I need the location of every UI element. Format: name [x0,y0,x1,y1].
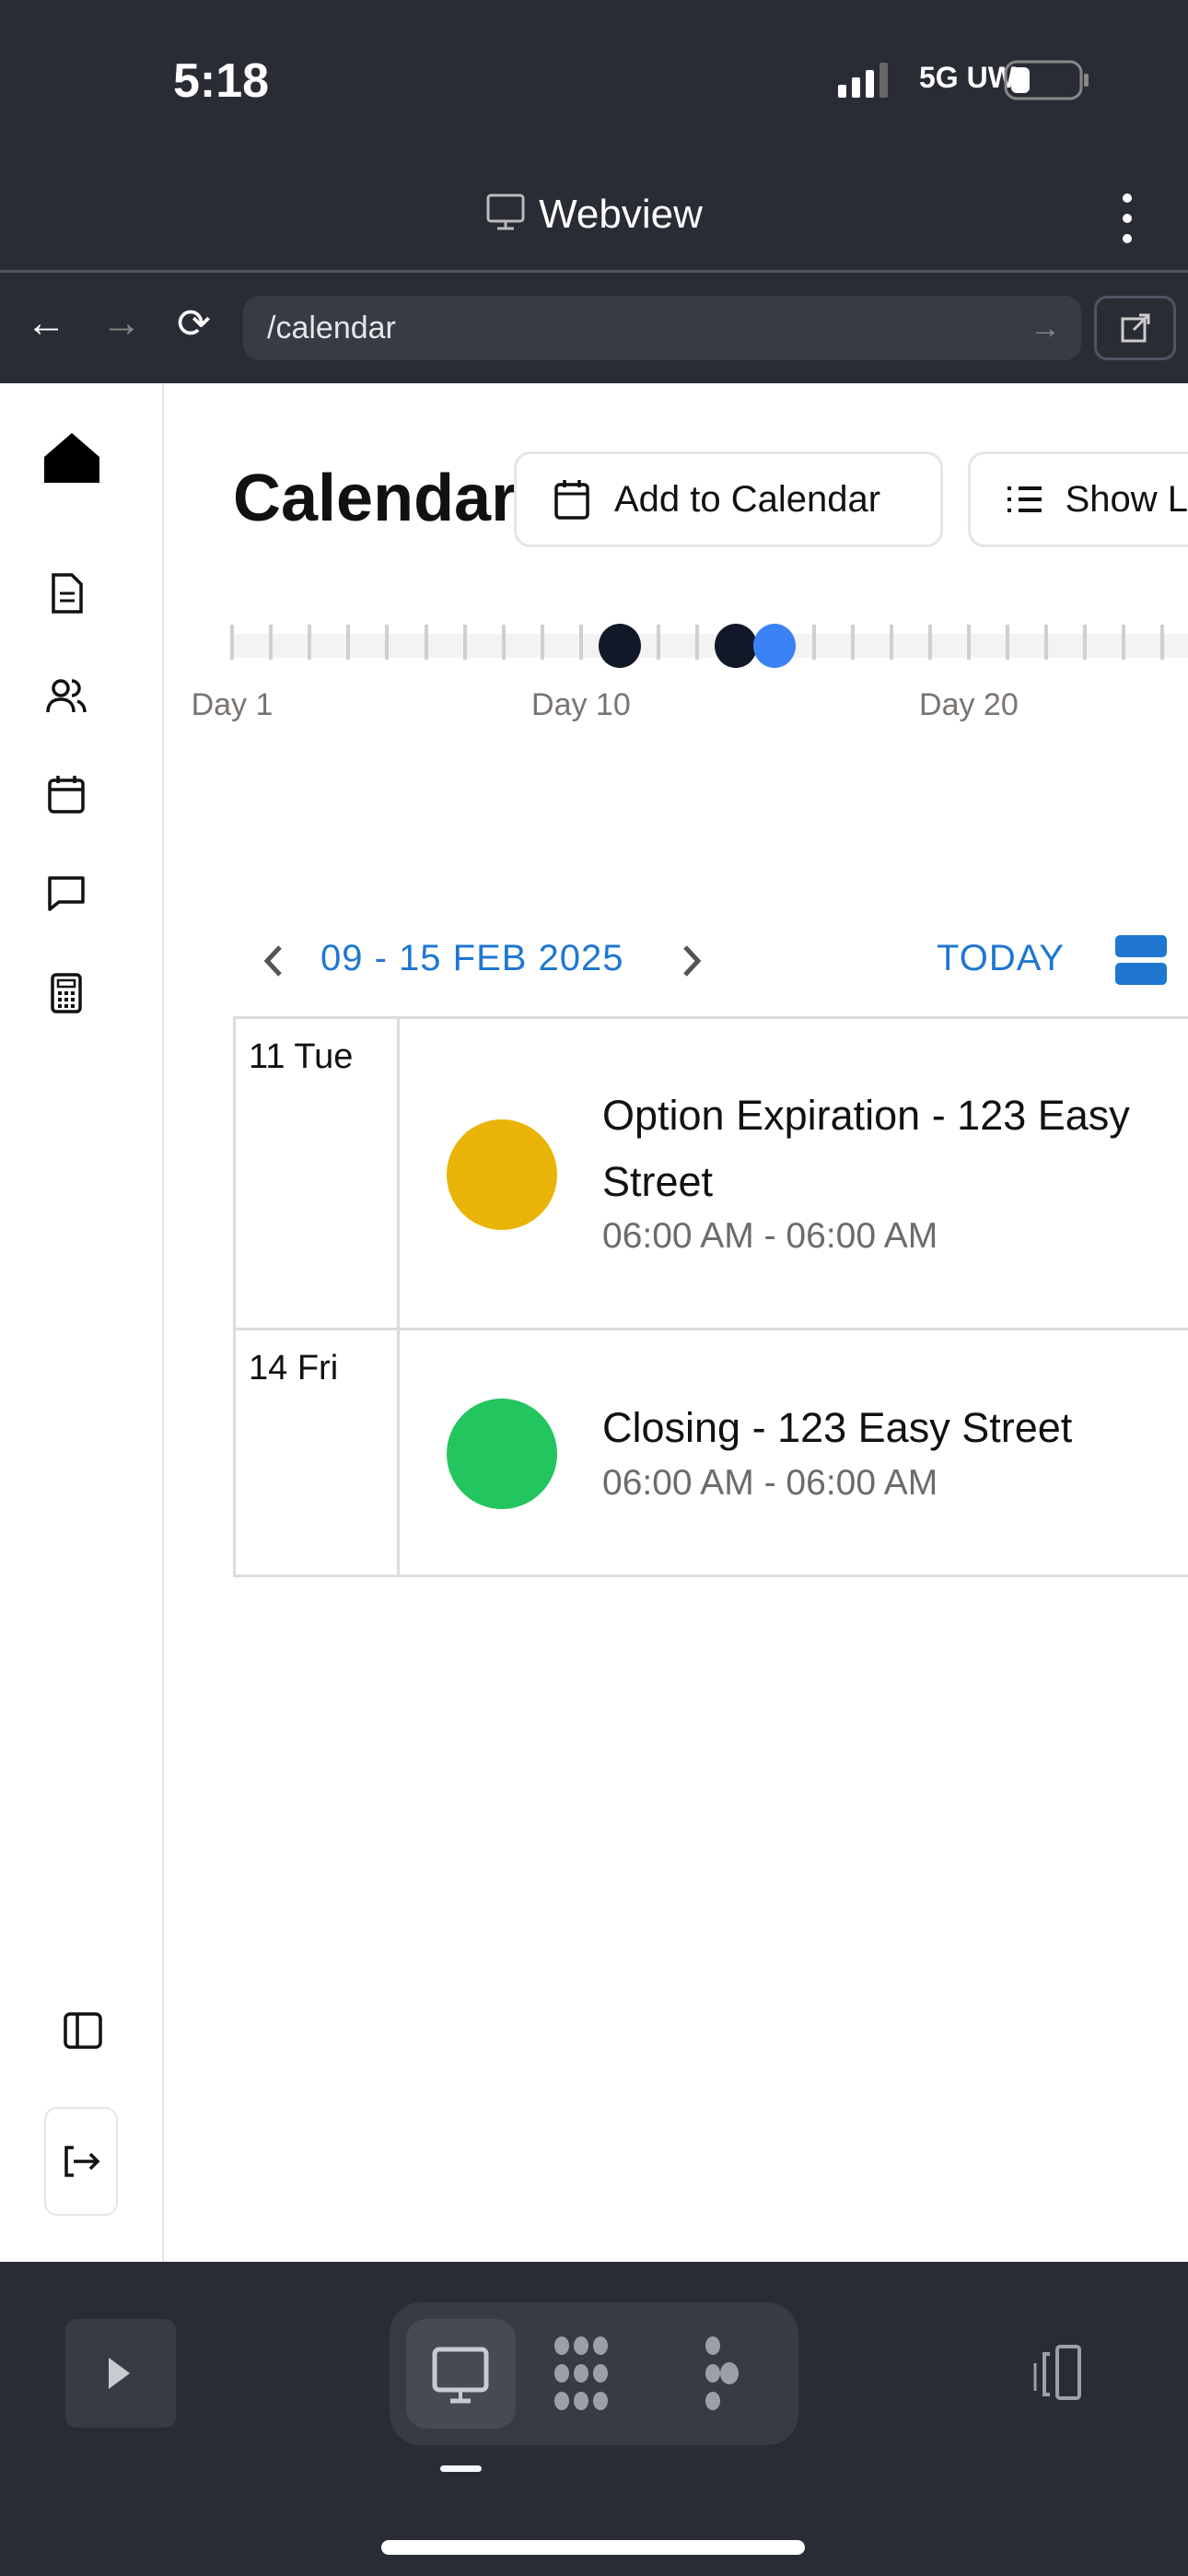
active-indicator [440,2465,482,2472]
timeline-day-label: Day 1 [191,687,274,722]
url-text: /calendar [267,310,396,345]
timeline-tick [462,625,467,660]
page-title: Calendar [233,462,518,535]
status-time: 5:18 [173,54,270,108]
timeline-tick [889,625,893,660]
timeline-event-dot[interactable] [715,624,758,668]
prev-week-button[interactable] [260,938,287,989]
monitor-icon [432,2347,489,2404]
table-row[interactable]: 14 Fri Closing - 123 Easy Street 06:00 A… [236,1330,1188,1577]
url-input[interactable]: /calendar → [243,296,1081,360]
go-arrow-icon[interactable]: → [1030,296,1061,360]
sidebar-panel-icon[interactable] [61,2008,105,2053]
timeline-tick [1122,625,1126,660]
timeline-event-dot[interactable] [599,624,641,668]
play-button[interactable] [65,2319,176,2428]
logout-icon [64,2146,100,2177]
title-text: Webview [539,192,703,237]
play-icon [109,2358,130,2389]
timeline-tick [501,625,506,660]
today-button[interactable]: TODAY [937,938,1065,979]
logout-button[interactable] [44,2107,118,2216]
calculator-icon[interactable] [44,971,88,1015]
open-external-button[interactable] [1094,296,1176,360]
timeline-tick [811,625,816,660]
next-week-button[interactable] [678,938,705,989]
users-icon[interactable] [44,673,88,718]
timeline-tick [308,625,312,660]
timeline-tick [695,625,700,660]
chat-icon[interactable] [44,871,88,915]
battery-icon [1004,60,1092,105]
calendar-icon [554,480,589,520]
timeline-tick [850,625,855,660]
timeline-tick [1044,625,1049,660]
timeline-tick [346,625,351,660]
device-rotate-icon[interactable] [1031,2345,1096,2406]
forward-icon[interactable]: → [101,300,142,346]
event-time: 06:00 AM - 06:00 AM [602,1463,938,1503]
event-time: 06:00 AM - 06:00 AM [602,1216,938,1256]
sidebar [0,383,164,2262]
timeline-day-label: Day 20 [919,687,1019,722]
row-date: 14 Fri [236,1330,400,1575]
add-to-calendar-button[interactable]: Add to Calendar [514,451,943,547]
event-title[interactable]: Option Expiration - 123 Easy Street [602,1083,1173,1215]
timeline-day-label: Day 10 [531,687,631,722]
timeline-tick [1083,625,1088,660]
timeline-tick [230,625,234,660]
calendar-icon[interactable] [44,772,88,816]
timeline-tick [385,625,390,660]
table-row[interactable]: 11 Tue Option Expiration - 123 Easy Stre… [236,1019,1188,1330]
event-title[interactable]: Closing - 123 Easy Street [602,1395,1173,1461]
timeline-tick [1160,625,1165,660]
dots-grid-icon[interactable] [551,2336,639,2415]
monitor-icon [485,193,526,241]
row-date: 11 Tue [236,1019,400,1328]
webview-mode-button[interactable] [406,2319,516,2429]
event-color-dot [447,1119,557,1230]
timeline-tick [578,625,583,660]
events-table: 11 Tue Option Expiration - 123 Easy Stre… [233,1016,1188,1577]
graph-node-icon[interactable] [700,2336,755,2415]
timeline-tick [540,625,544,660]
event-color-dot [447,1399,557,1509]
back-icon[interactable]: ← [26,300,66,346]
show-list-label: Show L [1065,478,1188,520]
document-icon[interactable] [44,571,88,615]
add-to-calendar-label: Add to Calendar [614,478,881,520]
home-icon[interactable] [42,429,101,483]
show-list-button[interactable]: Show L [968,451,1188,547]
network-label: 5G UW [919,61,1016,94]
timeline-tick [966,625,971,660]
reload-icon[interactable]: ⟳ [177,300,211,347]
timeline-tick [269,625,274,660]
more-menu-icon[interactable] [1116,192,1138,250]
week-range: 09 - 15 FEB 2025 [320,938,624,978]
home-indicator [381,2540,805,2555]
timeline-tick [1006,625,1009,660]
external-link-icon [1121,313,1150,343]
timeline-tick [657,625,661,660]
header-divider [0,270,1188,273]
view-toggle-icon[interactable] [1115,935,1167,989]
signal-icon [838,61,895,104]
timeline-tick [424,625,428,660]
timeline-tick [927,625,932,660]
webview-title: Webview [0,192,1188,241]
list-icon [1007,486,1042,512]
